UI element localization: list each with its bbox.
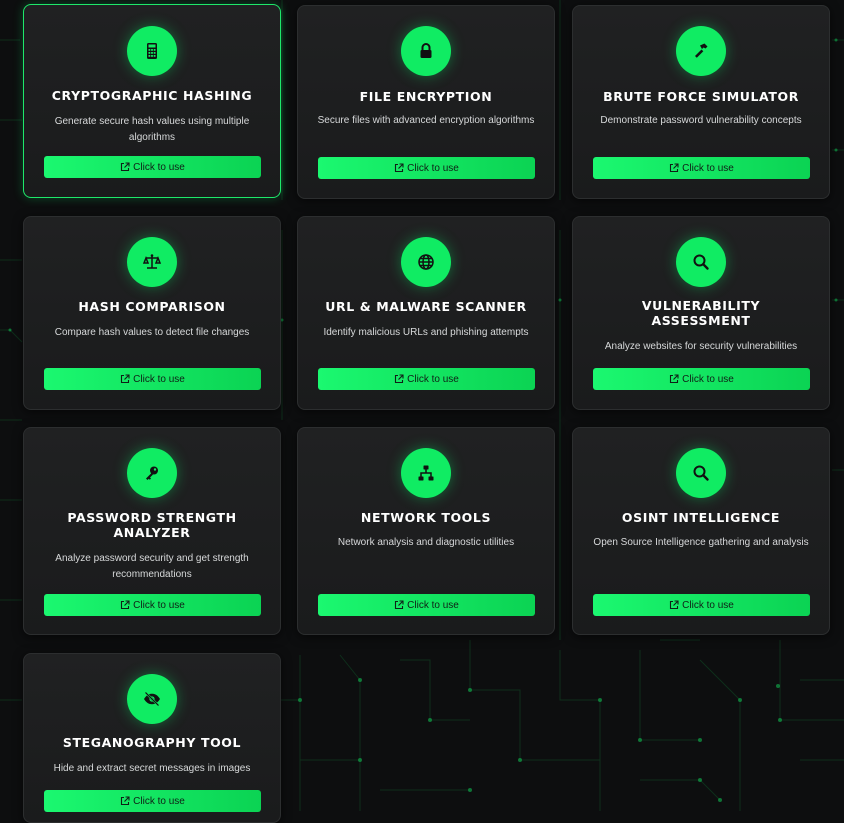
- tool-title: Brute Force Simulator: [603, 89, 799, 104]
- button-label: Click to use: [407, 373, 459, 385]
- click-to-use-button[interactable]: Click to use: [44, 368, 261, 390]
- external-link-icon: [121, 796, 130, 806]
- click-to-use-button[interactable]: Click to use: [593, 594, 810, 616]
- tool-description: Compare hash values to detect file chang…: [54, 327, 250, 338]
- lock-icon: [401, 26, 451, 76]
- tool-title: Network Tools: [360, 510, 492, 525]
- external-link-icon: [395, 600, 404, 610]
- external-link-icon: [670, 374, 679, 384]
- external-link-icon: [121, 162, 130, 172]
- globe-icon: [401, 237, 451, 287]
- tool-card-file-encryption[interactable]: File Encryption Secure files with advanc…: [297, 5, 555, 199]
- tool-title: Hash Comparison: [78, 299, 226, 314]
- tool-description: Network analysis and diagnostic utilitie…: [337, 537, 515, 548]
- tool-description: Hide and extract secret messages in imag…: [53, 763, 251, 774]
- hammer-icon: [676, 26, 726, 76]
- click-to-use-button[interactable]: Click to use: [44, 594, 261, 616]
- tool-title: Steganography Tool: [62, 735, 242, 750]
- calculator-icon: [127, 26, 177, 76]
- click-to-use-button[interactable]: Click to use: [318, 368, 535, 390]
- button-label: Click to use: [133, 161, 185, 173]
- network-icon: [401, 448, 451, 498]
- button-label: Click to use: [682, 599, 734, 611]
- tool-title: File Encryption: [359, 89, 493, 104]
- click-to-use-button[interactable]: Click to use: [44, 790, 261, 812]
- eye-slash-icon: [127, 674, 177, 724]
- tool-description: Analyze password security and get streng…: [55, 553, 249, 580]
- tool-description: Secure files with advanced encryption al…: [317, 115, 535, 126]
- button-label: Click to use: [133, 599, 185, 611]
- tool-card-steganography-tool[interactable]: Steganography Tool Hide and extract secr…: [23, 653, 281, 823]
- button-label: Click to use: [133, 373, 185, 385]
- tool-card-url-malware-scanner[interactable]: URL & Malware Scanner Identify malicious…: [297, 216, 555, 410]
- tool-title: Vulnerability Assessment: [641, 298, 761, 328]
- button-label: Click to use: [682, 162, 734, 174]
- tool-description: Open Source Intelligence gathering and a…: [593, 537, 809, 548]
- tool-description: Demonstrate password vulnerability conce…: [600, 115, 802, 126]
- tool-card-network-tools[interactable]: Network Tools Network analysis and diagn…: [297, 427, 555, 635]
- tool-card-password-strength-analyzer[interactable]: Password Strength Analyzer Analyze passw…: [23, 427, 281, 635]
- tool-description: Analyze websites for security vulnerabil…: [604, 341, 798, 352]
- click-to-use-button[interactable]: Click to use: [593, 157, 810, 179]
- external-link-icon: [121, 374, 130, 384]
- button-label: Click to use: [133, 795, 185, 807]
- tool-title: Cryptographic Hashing: [51, 88, 253, 103]
- tool-grid: Cryptographic Hashing Generate secure ha…: [0, 0, 844, 823]
- external-link-icon: [670, 163, 679, 173]
- key-icon: [127, 448, 177, 498]
- tool-card-osint-intelligence[interactable]: OSINT Intelligence Open Source Intellige…: [572, 427, 830, 635]
- click-to-use-button[interactable]: Click to use: [318, 594, 535, 616]
- search-icon: [676, 448, 726, 498]
- external-link-icon: [395, 374, 404, 384]
- button-label: Click to use: [407, 162, 459, 174]
- external-link-icon: [395, 163, 404, 173]
- click-to-use-button[interactable]: Click to use: [318, 157, 535, 179]
- click-to-use-button[interactable]: Click to use: [593, 368, 810, 390]
- tool-title: Password Strength Analyzer: [67, 510, 237, 540]
- tool-title: URL & Malware Scanner: [325, 299, 527, 314]
- search-icon: [676, 237, 726, 287]
- tool-description: Generate secure hash values using multip…: [54, 116, 250, 143]
- external-link-icon: [670, 600, 679, 610]
- button-label: Click to use: [407, 599, 459, 611]
- external-link-icon: [121, 600, 130, 610]
- tool-card-vulnerability-assessment[interactable]: Vulnerability Assessment Analyze website…: [572, 216, 830, 410]
- scale-icon: [127, 237, 177, 287]
- button-label: Click to use: [682, 373, 734, 385]
- tool-description: Identify malicious URLs and phishing att…: [323, 327, 529, 338]
- tool-card-hash-comparison[interactable]: Hash Comparison Compare hash values to d…: [23, 216, 281, 410]
- tool-card-brute-force-simulator[interactable]: Brute Force Simulator Demonstrate passwo…: [572, 5, 830, 199]
- tool-title: OSINT Intelligence: [621, 510, 781, 525]
- tool-card-cryptographic-hashing[interactable]: Cryptographic Hashing Generate secure ha…: [23, 4, 281, 198]
- click-to-use-button[interactable]: Click to use: [44, 156, 261, 178]
